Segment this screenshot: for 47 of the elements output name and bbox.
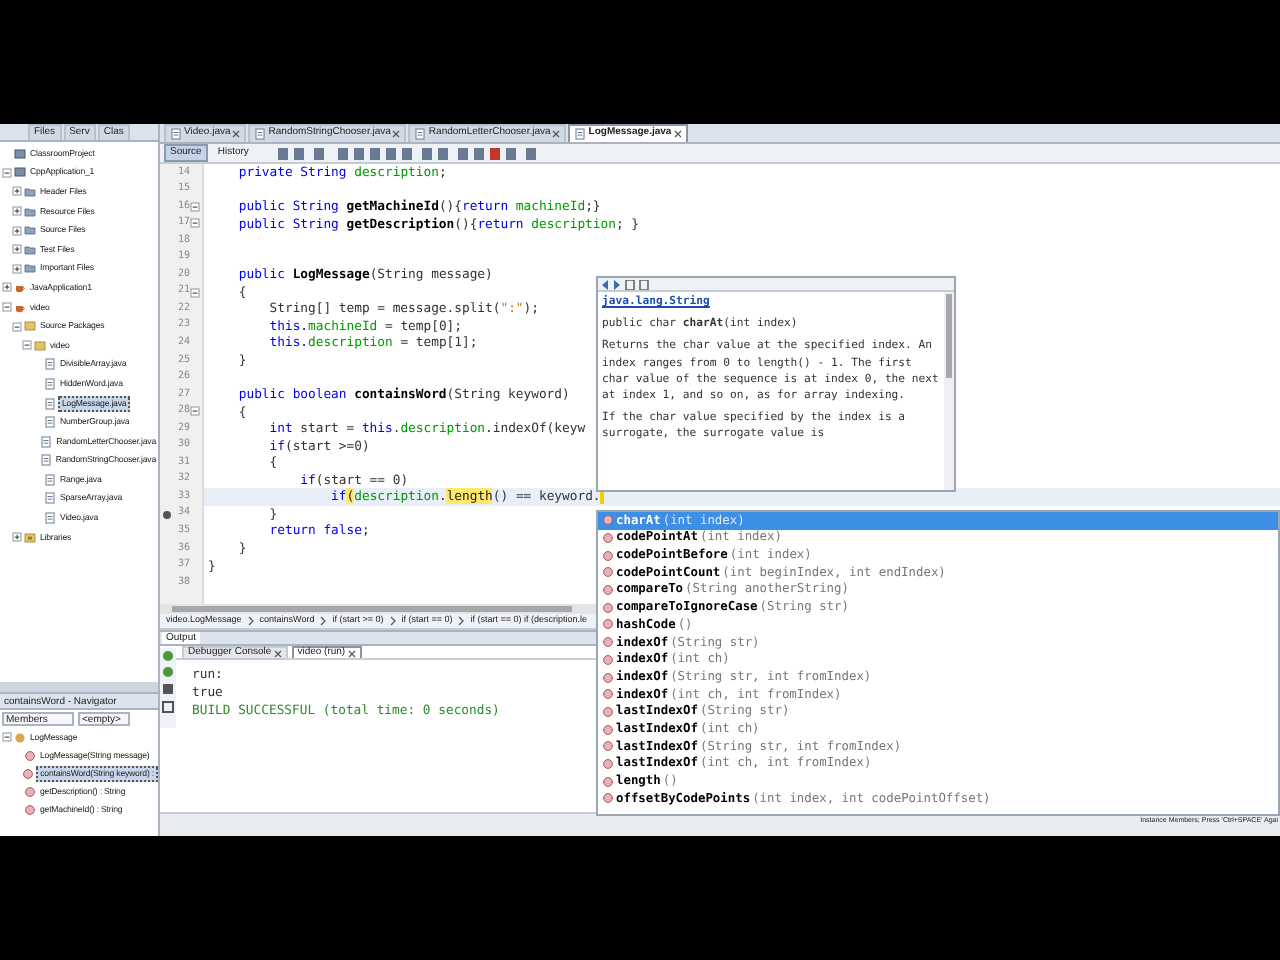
file-icon bbox=[44, 492, 56, 505]
cup-icon bbox=[14, 301, 26, 314]
expand-icon[interactable] bbox=[12, 532, 22, 543]
collapse-icon[interactable] bbox=[22, 340, 32, 351]
file-icon bbox=[44, 377, 56, 390]
collapse-icon[interactable] bbox=[2, 167, 12, 178]
chevron-icon bbox=[247, 616, 254, 626]
expand-icon[interactable] bbox=[12, 244, 22, 255]
file-icon bbox=[44, 397, 56, 410]
javadoc-toolbar-icons[interactable] bbox=[602, 279, 650, 289]
close-icon[interactable] bbox=[673, 130, 682, 138]
file-icon bbox=[254, 128, 267, 140]
file-icon bbox=[44, 358, 56, 371]
chevron-icon bbox=[320, 616, 327, 626]
file-icon bbox=[40, 435, 53, 448]
file-icon bbox=[39, 454, 52, 467]
editor-toolbar-icons[interactable] bbox=[278, 147, 539, 159]
collapse-icon[interactable] bbox=[2, 732, 12, 742]
file-icon bbox=[44, 473, 56, 486]
expand-icon[interactable] bbox=[2, 282, 12, 293]
file-icon bbox=[414, 128, 427, 140]
expand-icon[interactable] bbox=[12, 263, 22, 274]
expand-icon[interactable] bbox=[12, 225, 22, 236]
file-icon bbox=[44, 512, 56, 525]
output-side-icons[interactable] bbox=[160, 648, 176, 728]
collapse-icon[interactable] bbox=[190, 201, 200, 212]
collapse-icon[interactable] bbox=[12, 321, 22, 332]
collapse-icon[interactable] bbox=[190, 218, 200, 229]
class-icon bbox=[14, 731, 26, 743]
close-icon[interactable] bbox=[347, 649, 356, 657]
close-icon[interactable] bbox=[392, 130, 401, 138]
chevron-icon bbox=[389, 616, 396, 626]
expand-icon[interactable] bbox=[12, 206, 22, 217]
file-icon bbox=[574, 128, 587, 140]
expand-icon[interactable] bbox=[12, 186, 22, 197]
library-icon bbox=[24, 531, 36, 544]
close-icon[interactable] bbox=[273, 649, 282, 657]
collapse-icon[interactable] bbox=[2, 302, 12, 313]
cup-icon bbox=[14, 281, 26, 294]
file-icon bbox=[44, 416, 56, 429]
collapse-icon[interactable] bbox=[190, 287, 200, 298]
javadoc-scrollbar[interactable] bbox=[944, 292, 954, 490]
close-icon[interactable] bbox=[232, 130, 241, 138]
close-icon[interactable] bbox=[552, 130, 561, 138]
chevron-icon bbox=[458, 616, 465, 626]
collapse-icon[interactable] bbox=[190, 406, 200, 417]
file-icon bbox=[170, 128, 182, 140]
